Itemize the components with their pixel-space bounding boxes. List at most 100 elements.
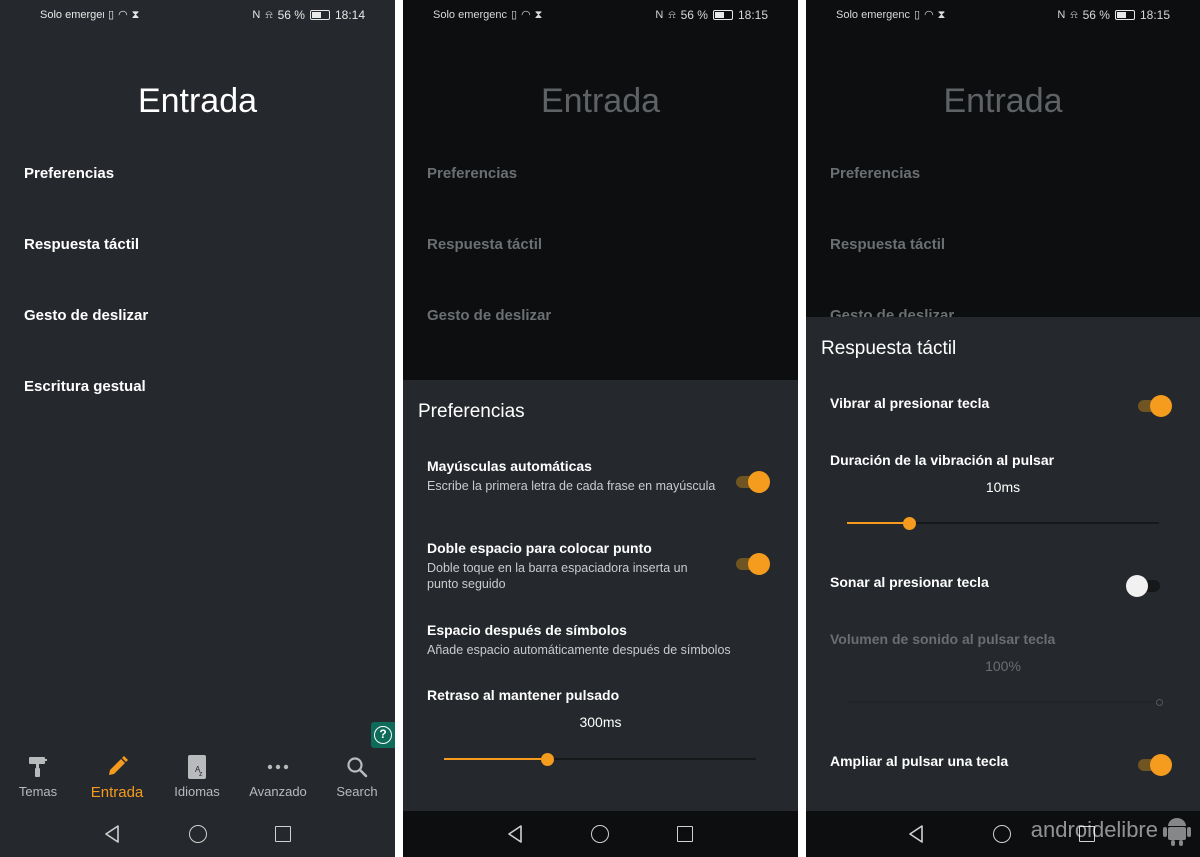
- retraso-slider[interactable]: [444, 752, 756, 766]
- nav-home-button[interactable]: [990, 822, 1014, 846]
- volumen-title: Volumen de sonido al pulsar tecla: [830, 631, 1056, 647]
- svg-text:z: z: [199, 771, 203, 778]
- system-nav-bar: [403, 811, 798, 857]
- pref-subtitle: Doble toque en la barra espaciadora inse…: [427, 561, 688, 591]
- dimmed-background[interactable]: Solo emergenc... ▯ ◠ ⧗ N ⍾ 56 % 18:15 En…: [403, 0, 798, 380]
- nfc-icon: N: [655, 8, 664, 21]
- language-book-icon: Az: [159, 752, 235, 782]
- wifi-icon: ◠: [521, 8, 531, 21]
- doble-espacio-toggle[interactable]: [734, 553, 770, 575]
- back-triangle-icon: [508, 825, 522, 843]
- search-icon: [319, 752, 395, 782]
- status-bar: Solo emergenc... ▯ ◠ ⧗ N ⍾ 56 % 18:15: [403, 0, 798, 30]
- sonar-toggle[interactable]: [1126, 575, 1162, 597]
- nav-back-button[interactable]: [904, 822, 928, 846]
- retraso-value: 300ms: [579, 714, 622, 730]
- pencil-icon: [79, 752, 155, 782]
- toggle-thumb: [1150, 754, 1172, 776]
- home-circle-icon: [591, 825, 609, 843]
- slider-fill: [847, 522, 910, 524]
- ampliar-toggle[interactable]: [1136, 754, 1172, 776]
- menu-item-preferencias: Preferencias: [427, 165, 518, 182]
- volumen-slider: [847, 695, 1163, 709]
- watermark: androidelibre: [1031, 813, 1192, 847]
- slider-fill: [847, 701, 1159, 703]
- vibrar-title: Vibrar al presionar tecla: [830, 395, 990, 411]
- duracion-slider[interactable]: [847, 516, 1159, 530]
- toggle-thumb: [1126, 575, 1148, 597]
- status-bar: Solo emergenc... ▯ ◠ ⧗ N ⍾ 56 % 18:15: [806, 0, 1200, 30]
- nav-recents-button[interactable]: [673, 822, 697, 846]
- pref-subtitle: Añade espacio automáticamente después de…: [427, 643, 731, 657]
- sim-icon: ▯: [511, 8, 518, 21]
- home-circle-icon: [189, 825, 207, 843]
- nfc-icon: N: [252, 8, 261, 21]
- slider-fill: [444, 758, 547, 760]
- phone-screen-preferencias: Solo emergenc... ▯ ◠ ⧗ N ⍾ 56 % 18:15 En…: [403, 0, 798, 857]
- menu-item-preferencias[interactable]: Preferencias: [24, 165, 114, 182]
- menu-item-gesto-deslizar[interactable]: Gesto de deslizar: [24, 307, 148, 324]
- android-robot-icon: [1163, 818, 1191, 846]
- mute-bell-icon: ⍾: [1070, 8, 1078, 21]
- nav-home-button[interactable]: [588, 822, 612, 846]
- battery-percent: 56 %: [680, 8, 708, 22]
- menu-item-preferencias: Preferencias: [830, 165, 921, 182]
- status-bar: Solo emergenc ▯ ◠ ⧗ N ⍾ 56 % 18:14: [0, 0, 395, 30]
- nav-recents-button[interactable]: [271, 822, 295, 846]
- home-circle-icon: [993, 825, 1011, 843]
- mayusculas-toggle[interactable]: [734, 471, 770, 493]
- nav-back-button[interactable]: [100, 822, 124, 846]
- sim-icon: ▯: [914, 8, 921, 21]
- dimmed-background[interactable]: Solo emergenc... ▯ ◠ ⧗ N ⍾ 56 % 18:15 En…: [806, 0, 1200, 324]
- toggle-thumb: [1150, 395, 1172, 417]
- duracion-value: 10ms: [985, 479, 1021, 495]
- toggle-thumb: [748, 553, 770, 575]
- clock: 18:15: [737, 8, 768, 22]
- slider-knob[interactable]: [903, 517, 917, 530]
- more-dots-icon: [240, 752, 316, 782]
- recents-square-icon: [677, 826, 693, 842]
- ampliar-title: Ampliar al pulsar una tecla: [830, 753, 1009, 769]
- hourglass-icon: ⧗: [131, 8, 140, 21]
- vibrar-toggle[interactable]: [1136, 395, 1172, 417]
- nav-home-button[interactable]: [186, 822, 210, 846]
- tab-label: Search: [336, 784, 378, 799]
- menu-item-respuesta-tactil: Respuesta táctil: [427, 236, 543, 253]
- tab-avanzado[interactable]: Avanzado: [240, 752, 316, 799]
- help-button[interactable]: ?: [371, 722, 395, 748]
- sim-icon: ▯: [108, 8, 115, 21]
- battery-icon: [712, 10, 733, 20]
- menu-item-respuesta-tactil[interactable]: Respuesta táctil: [24, 236, 139, 253]
- tab-label: Idiomas: [174, 784, 220, 799]
- tab-search[interactable]: Search: [319, 752, 395, 799]
- pref-title: Doble espacio para colocar punto: [427, 540, 652, 556]
- sheet-title: Preferencias: [418, 401, 525, 422]
- nav-back-button[interactable]: [503, 822, 527, 846]
- pref-title: Mayúsculas automáticas: [427, 458, 592, 474]
- page-title: Entrada: [943, 82, 1063, 120]
- toggle-thumb: [748, 471, 770, 493]
- pref-title: Espacio después de símbolos: [427, 622, 627, 638]
- tab-idiomas[interactable]: Az Idiomas: [159, 752, 235, 799]
- paint-roller-icon: [0, 752, 76, 782]
- tab-label: Entrada: [90, 784, 144, 801]
- tab-entrada[interactable]: Entrada: [79, 752, 155, 801]
- page-title: Entrada: [137, 82, 258, 120]
- system-nav-bar: [0, 811, 395, 857]
- nfc-icon: N: [1057, 8, 1066, 21]
- tab-label: Temas: [18, 784, 58, 799]
- volumen-value: 100%: [985, 658, 1021, 674]
- sheet-title: Respuesta táctil: [821, 338, 957, 359]
- battery-icon: [309, 10, 330, 20]
- slider-knob[interactable]: [540, 753, 554, 766]
- carrier-label: Solo emergenc...: [836, 9, 910, 21]
- wifi-icon: ◠: [924, 8, 934, 21]
- tab-temas[interactable]: Temas: [0, 752, 76, 799]
- slider-knob: [1156, 699, 1163, 706]
- carrier-label: Solo emergenc: [40, 9, 104, 21]
- back-triangle-icon: [909, 825, 923, 843]
- recents-square-icon: [275, 826, 291, 842]
- tab-label: Avanzado: [249, 784, 307, 799]
- menu-item-escritura-gestual[interactable]: Escritura gestual: [24, 378, 146, 395]
- phone-screen-entrada: Solo emergenc ▯ ◠ ⧗ N ⍾ 56 % 18:14 Entra…: [0, 0, 395, 857]
